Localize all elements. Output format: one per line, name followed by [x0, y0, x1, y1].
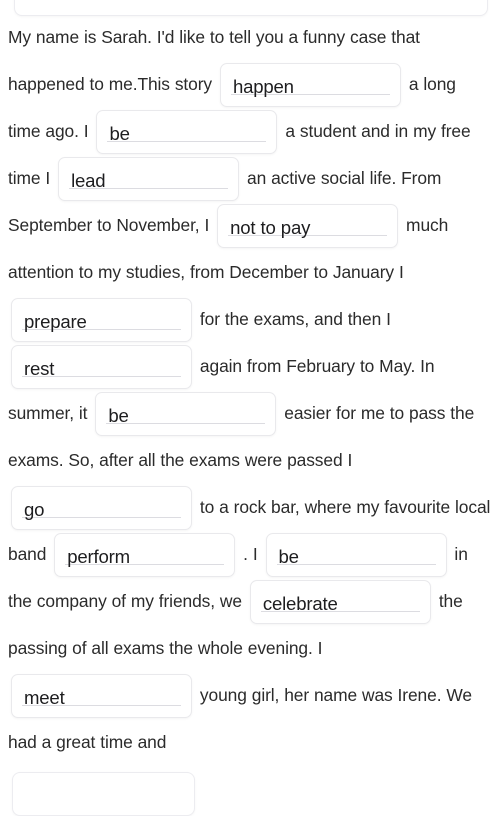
gap-input-5[interactable]: rest	[11, 345, 192, 390]
gap-input-10[interactable]: celebrate	[249, 580, 431, 625]
gap-input-value: be	[108, 405, 129, 427]
gap-input-value: rest	[24, 358, 55, 380]
gap-input-9[interactable]: be	[265, 533, 447, 578]
gap-input-0[interactable]: happen	[219, 63, 401, 108]
exercise-text-run: for the exams, and then I	[195, 309, 396, 329]
gap-input-value: go	[24, 499, 45, 521]
gap-input-value: be	[278, 546, 299, 568]
gap-input-4[interactable]: prepare	[11, 298, 192, 343]
gap-input-value: not to pay	[230, 217, 311, 239]
gap-input-value: lead	[71, 170, 106, 192]
gap-input-1[interactable]: be	[96, 110, 278, 155]
exercise-text-run: This story	[137, 74, 217, 94]
exercise-text-run: . I	[238, 544, 263, 564]
gap-input-7[interactable]: go	[11, 486, 192, 531]
gap-input-2[interactable]: lead	[58, 157, 240, 202]
exercise-text-flow: My name is Sarah. I'd like to tell you a…	[8, 14, 492, 766]
gap-input-3[interactable]: not to pay	[217, 204, 399, 249]
gap-input-8[interactable]: perform	[54, 533, 236, 578]
gap-input-value: perform	[67, 546, 130, 568]
gap-input-value: happen	[232, 76, 294, 98]
gap-input-value: celebrate	[262, 593, 338, 615]
gap-fill-exercise: My name is Sarah. I'd like to tell you a…	[0, 0, 500, 816]
gap-input-value: prepare	[24, 311, 87, 333]
gap-input-value: be	[109, 123, 130, 145]
gap-input-partial-bottom[interactable]	[12, 772, 195, 816]
gap-input-11[interactable]: meet	[11, 674, 192, 719]
gap-input-6[interactable]: be	[95, 392, 277, 437]
gap-input-value: meet	[24, 687, 65, 709]
